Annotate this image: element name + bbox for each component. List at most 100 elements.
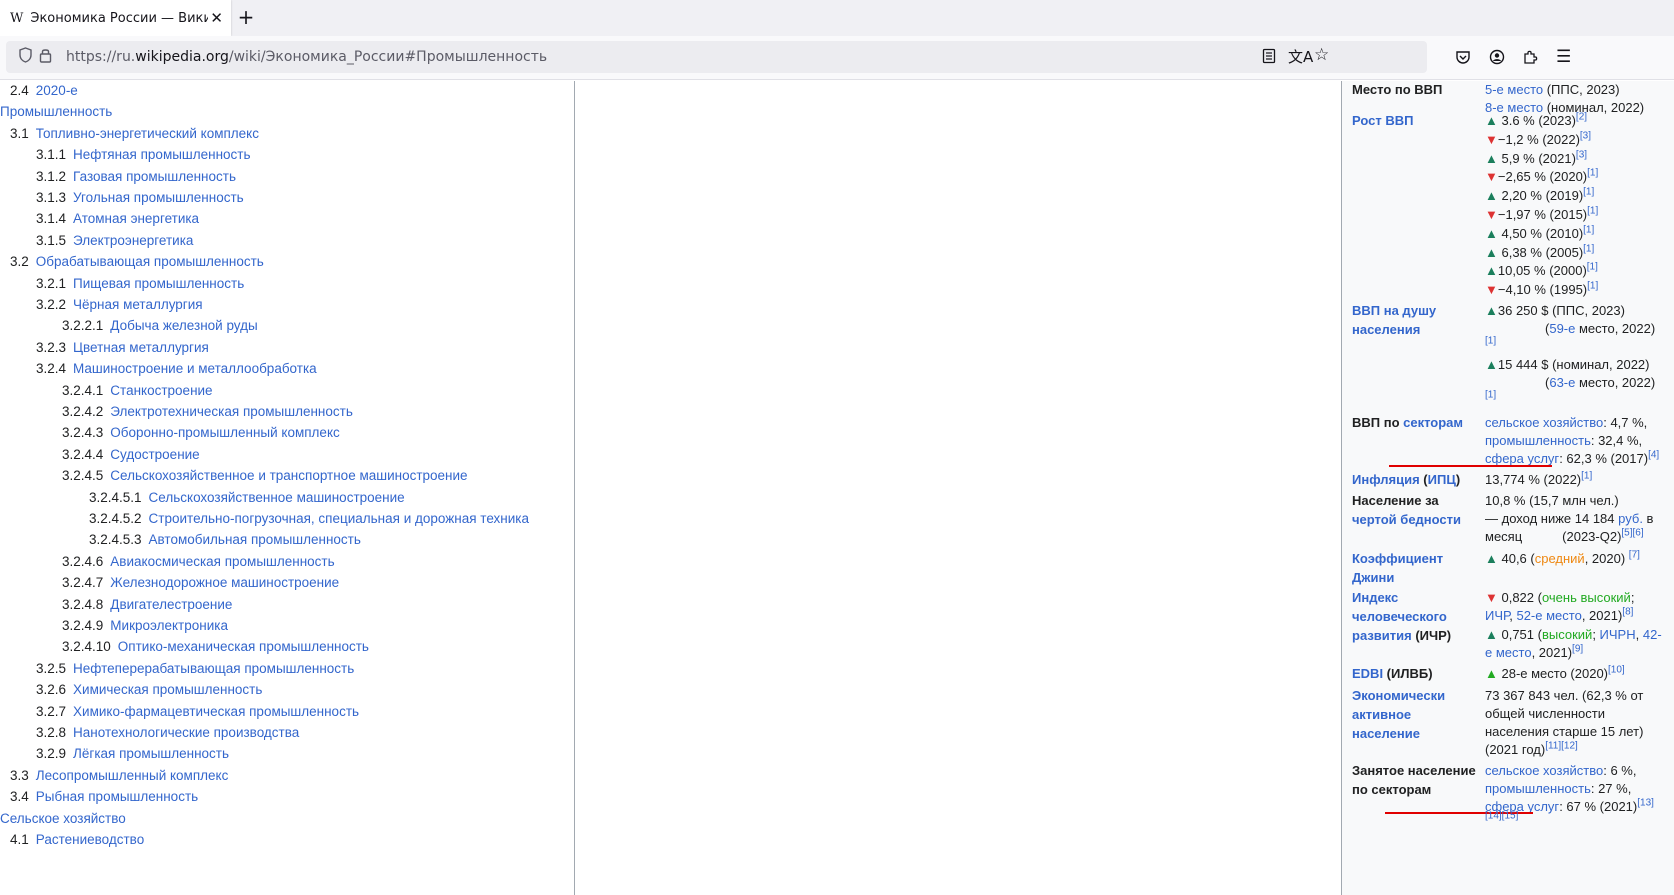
toc-item-link[interactable]: Микроэлектроника <box>110 618 228 633</box>
toc-item-link[interactable]: Машиностроение и металлообработка <box>73 361 317 376</box>
toc-item-link[interactable]: Добыча железной руды <box>110 318 257 333</box>
toc-item-link[interactable]: Лесопромышленный комплекс <box>36 768 229 783</box>
toc-item[interactable]: 4.1 Растениеводство <box>10 832 144 847</box>
toc-item[interactable]: 3.2.4.10 Оптико-механическая промышленнос… <box>62 639 369 654</box>
toc-item[interactable]: 3.2.2 Чёрная металлургия <box>36 297 203 312</box>
cpi-link[interactable]: ИПЦ <box>1428 472 1456 487</box>
toc-item-link[interactable]: Нефтяная промышленность <box>73 147 251 162</box>
toc-item[interactable]: 3.4 Рыбная промышленность <box>10 789 198 804</box>
labor-force-label[interactable]: Экономически активное население <box>1352 686 1480 743</box>
toc-item[interactable]: 3.2.4.8 Двигателестроение <box>62 597 232 612</box>
hdi-abbrev-link[interactable]: ИЧР <box>1485 608 1509 623</box>
toc-item[interactable]: 3.2.1 Пищевая промышленность <box>36 276 244 291</box>
menu-icon[interactable]: ☰ <box>1556 47 1571 67</box>
footnote-ref[interactable]: [13] <box>1637 798 1654 809</box>
toc-item-link[interactable]: Авиакосмическая промышленность <box>110 554 334 569</box>
footnote-ref[interactable]: [3] <box>1576 149 1587 160</box>
footnote-ref[interactable]: [1] <box>1583 243 1594 254</box>
footnote-ref[interactable]: [1] <box>1581 471 1592 482</box>
translate-icon[interactable]: 文A <box>1288 46 1313 67</box>
toc-item-link[interactable]: Пищевая промышленность <box>73 276 244 291</box>
toc-item[interactable]: 3.2.4.3 Оборонно-промышленный комплекс <box>62 425 340 440</box>
url-text[interactable]: https://ru.wikipedia.org/wiki/Экономика_… <box>66 49 547 65</box>
lock-icon[interactable] <box>39 47 52 67</box>
footnote-ref[interactable]: [1] <box>1485 336 1496 347</box>
account-icon[interactable] <box>1489 49 1505 69</box>
bookmark-star-icon[interactable]: ☆ <box>1314 45 1329 65</box>
footnote-ref[interactable]: [1] <box>1583 224 1594 235</box>
toc-item-link[interactable]: Химическая промышленность <box>73 682 262 697</box>
toc-item[interactable]: 3.2.6 Химическая промышленность <box>36 682 262 697</box>
hdi-rank-link[interactable]: 52-е место <box>1516 608 1581 623</box>
toc-item[interactable]: 3.3 Лесопромышленный комплекс <box>10 768 228 783</box>
footnote-ref[interactable]: [1] <box>1485 390 1496 401</box>
toc-item[interactable]: 3.2 Обрабатывающая промышленность <box>10 254 264 269</box>
toc-item-link[interactable]: Нанотехнологические производства <box>73 725 299 740</box>
footnote-ref[interactable]: [11][12] <box>1545 741 1578 752</box>
toc-item[interactable]: 3.2.9 Лёгкая промышленность <box>36 746 229 761</box>
labor-force-link[interactable]: Экономически активное население <box>1352 688 1445 741</box>
gdp-rank-ppp-link[interactable]: 5-е место <box>1485 82 1543 97</box>
toc-item[interactable]: 3.1.3 Угольная промышленность <box>36 190 244 205</box>
toc-item-link[interactable]: Газовая промышленность <box>73 169 236 184</box>
close-tab-icon[interactable]: ✕ <box>210 9 223 27</box>
url-bar[interactable]: https://ru.wikipedia.org/wiki/Экономика_… <box>6 41 1427 73</box>
edbi-link[interactable]: EDBI <box>1352 666 1383 681</box>
ihdi-rank-link-2[interactable]: е место <box>1485 645 1532 660</box>
toc-item-link[interactable]: Автомобильная промышленность <box>149 532 361 547</box>
agriculture-link[interactable]: сельское хозяйство <box>1485 415 1603 430</box>
footnote-ref[interactable]: [1] <box>1587 281 1598 292</box>
toc-item-link[interactable]: Нефтеперерабатывающая промышленность <box>73 661 354 676</box>
toc-item-link[interactable]: 2020-е <box>36 83 78 98</box>
toc-item-link[interactable]: Цветная металлургия <box>73 340 209 355</box>
poverty-line-link[interactable]: чертой бедности <box>1352 512 1461 527</box>
footnote-ref[interactable]: [5][6] <box>1621 528 1643 539</box>
toc-item[interactable]: 3.2.4.5.2 Строительно-погрузочная, специа… <box>89 511 529 526</box>
services-link[interactable]: сфера услуг <box>1485 451 1559 466</box>
toc-item-link[interactable]: Атомная энергетика <box>73 211 199 226</box>
toc-item[interactable]: 3.2.8 Нанотехнологические производства <box>36 725 299 740</box>
gdp-pc-ppp-rank-link[interactable]: 59-е <box>1549 321 1575 336</box>
footnote-ref[interactable]: [2] <box>1576 112 1587 123</box>
toc-item-link[interactable]: Топливно-энергетический комплекс <box>36 126 259 141</box>
ruble-link[interactable]: руб. <box>1618 511 1643 526</box>
footnote-ref[interactable]: [14][15] <box>1485 811 1518 822</box>
toc-item-link[interactable]: Электротехническая промышленность <box>110 404 353 419</box>
toc-item[interactable]: 3.2.3 Цветная металлургия <box>36 340 209 355</box>
toc-item[interactable]: 3.2.4.2 Электротехническая промышленность <box>62 404 353 419</box>
footnote-ref[interactable]: [4] <box>1648 450 1659 461</box>
inflation-link[interactable]: Инфляция <box>1352 472 1420 487</box>
toc-item-link[interactable]: Лёгкая промышленность <box>73 746 229 761</box>
toc-item-link[interactable]: Строительно-погрузочная, специальная и д… <box>149 511 529 526</box>
tracking-protection-shield-icon[interactable] <box>18 47 33 67</box>
emp-agriculture-link[interactable]: сельское хозяйство <box>1485 763 1603 778</box>
toc-item-link[interactable]: Химико-фармацевтическая промышленность <box>73 704 359 719</box>
toc-item-link[interactable]: Двигателестроение <box>110 597 232 612</box>
pocket-icon[interactable] <box>1455 49 1471 69</box>
footnote-ref[interactable]: [1] <box>1587 206 1598 217</box>
footnote-ref[interactable]: [1] <box>1587 262 1598 273</box>
toc-item[interactable]: 2.4 2020-е <box>10 83 78 98</box>
toc-item[interactable]: 3.2.7 Химико-фармацевтическая промышленно… <box>36 704 359 719</box>
gdp-pc-nominal-rank-link[interactable]: 63-е <box>1549 375 1575 390</box>
gdp-per-capita-label[interactable]: ВВП на душу населения <box>1352 301 1480 339</box>
toc-item[interactable]: 3.1.1 Нефтяная промышленность <box>36 147 251 162</box>
toc-item[interactable]: 3.2.4.4 Судостроение <box>62 447 200 462</box>
toc-item[interactable]: 3.1 Топливно-энергетический комплекс <box>10 126 259 141</box>
toc-item[interactable]: 3.2.4.5.3 Автомобильная промышленность <box>89 532 361 547</box>
reader-view-icon[interactable] <box>1262 48 1276 68</box>
footnote-ref[interactable]: [9] <box>1572 644 1583 655</box>
gdp-growth-label[interactable]: Рост ВВП <box>1352 111 1480 130</box>
toc-item-link[interactable]: Железнодорожное машиностроение <box>110 575 339 590</box>
footnote-ref[interactable]: [10] <box>1608 665 1625 676</box>
footnote-ref[interactable]: [7] <box>1629 550 1640 561</box>
toc-item-link[interactable]: Сельское хозяйство <box>0 811 126 826</box>
toc-item[interactable]: Промышленность <box>0 104 112 119</box>
toc-item-link[interactable]: Чёрная металлургия <box>73 297 203 312</box>
gini-label[interactable]: Коэффициент Джини <box>1352 549 1480 587</box>
toc-item-link[interactable]: Электроэнергетика <box>73 233 193 248</box>
ihdi-link[interactable]: ИЧРН <box>1600 627 1636 642</box>
toc-item-link[interactable]: Сельскохозяйственное и транспортное маши… <box>110 468 467 483</box>
gdp-per-capita-label-link[interactable]: ВВП на душу населения <box>1352 303 1436 337</box>
industry-link[interactable]: промышленность <box>1485 433 1591 448</box>
